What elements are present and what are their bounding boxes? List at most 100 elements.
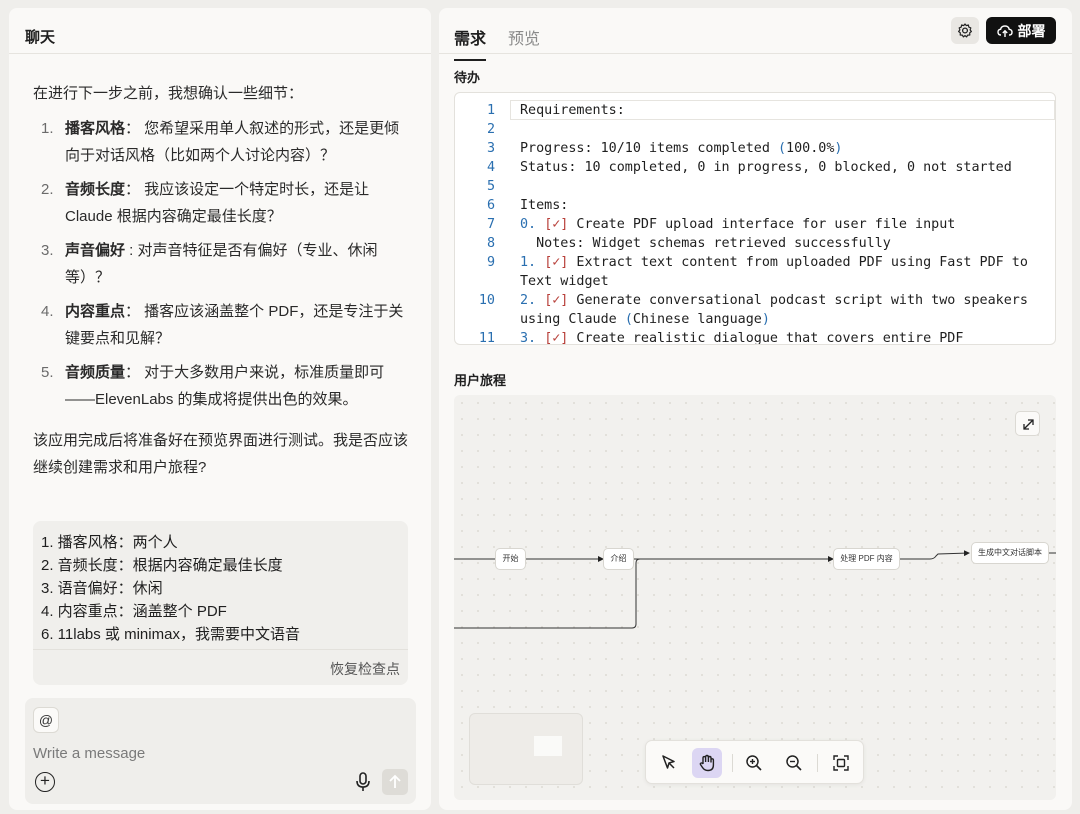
code-line: 9 1. [✓] Extract text content from upload… <box>455 253 1055 291</box>
cloud-upload-icon <box>996 24 1013 37</box>
fit-view-button[interactable] <box>826 748 856 778</box>
code-token: [✓] <box>544 293 569 308</box>
user-message-line: 3. 语音偏好：休闲 <box>41 580 163 597</box>
question-key: 声音偏好 <box>65 242 126 259</box>
line-number: 8 <box>486 236 495 251</box>
flow-node-start[interactable]: 开始 <box>495 548 526 570</box>
line-number: 3 <box>486 141 495 156</box>
line-number: 5 <box>486 179 495 194</box>
code-lines: 1 Requirements: 2 3 Progress: 10/10 items co… <box>455 93 1055 345</box>
code-line: 3 Progress: 10/10 items completed (100.0%… <box>455 139 1055 158</box>
code-token: Items: <box>520 198 569 213</box>
minimap-viewport <box>534 736 562 756</box>
code-token: 2. <box>520 293 537 308</box>
add-attachment-button[interactable]: + <box>35 772 55 792</box>
code-token: Chinese language <box>632 312 762 327</box>
flow-edge <box>900 550 970 560</box>
zoom-in-icon <box>746 755 762 771</box>
tab-bar: 需求 预览 部署 <box>439 8 1072 61</box>
code-line: 6 Items: <box>455 196 1055 215</box>
question-item: 4. 内容重点： 播客应该涵盖整个 PDF，还是专注于关键要点和见解？ <box>33 298 413 352</box>
code-token: ) <box>761 312 770 327</box>
deploy-label: 部署 <box>1017 22 1046 39</box>
tab-requirements[interactable]: 需求 <box>454 25 487 61</box>
user-message-text: 1. 播客风格：两个人 2. 音频长度：根据内容确定最佳长度 3. 语音偏好：休闲 4… <box>33 521 408 646</box>
microphone-icon <box>356 772 370 791</box>
question-number: 5. <box>41 364 54 381</box>
zoom-in-button[interactable] <box>739 748 769 778</box>
code-line: 7 0. [✓] Create PDF upload interface for … <box>455 215 1055 234</box>
chat-header: 聊天 <box>9 8 431 54</box>
question-number: 1. <box>41 120 54 137</box>
code-token: Status: 10 completed, 0 in progress, 0 b… <box>520 160 1012 175</box>
zoom-out-button[interactable] <box>779 748 809 778</box>
pointer-tool-button[interactable] <box>654 748 684 778</box>
code-token: ( <box>777 141 787 156</box>
restore-checkpoint-button[interactable]: 恢复检查点 <box>330 661 400 677</box>
expand-canvas-button[interactable] <box>1015 411 1040 436</box>
mention-button[interactable]: @ <box>33 707 59 733</box>
microphone-button[interactable] <box>353 771 373 793</box>
todo-section-label: 待办 <box>454 70 481 85</box>
question-key: 音频质量 <box>65 364 126 381</box>
flow-node-process-pdf[interactable]: 处理 PDF 内容 <box>833 548 900 570</box>
requirements-code-viewer[interactable]: 1 Requirements: 2 3 Progress: 10/10 items co… <box>454 92 1056 345</box>
line-number: 1 <box>486 103 495 118</box>
requirements-panel: 需求 预览 部署 待办 1 Requirements: 2 3 Progress: 10… <box>439 8 1072 810</box>
flow-node-generate-script[interactable]: 生成中文对话脚本 <box>971 542 1049 564</box>
line-content: 0. [✓] Create PDF upload interface for u… <box>495 215 1055 234</box>
question-list: 1. 播客风格： 您希望采用单人叙述的形式，还是更倾向于对话风格（比如两个人讨论内… <box>33 115 413 413</box>
assistant-intro: 在进行下一步之前，我想确认一些细节： <box>33 85 304 102</box>
question-number: 3. <box>41 242 54 259</box>
toolbar-divider <box>732 754 733 772</box>
arrow-up-icon <box>389 774 401 788</box>
tab-preview[interactable]: 预览 <box>508 25 540 49</box>
question-key: 音频长度 <box>65 181 126 198</box>
send-button[interactable] <box>382 769 408 795</box>
line-content: Status: 10 completed, 0 in progress, 0 b… <box>495 158 1055 177</box>
cursor-icon <box>662 755 675 769</box>
question-text: 音频质量： 对于大多数用户来说，标准质量即可——ElevenLabs 的集成将提… <box>63 359 413 413</box>
code-token: Generate conversational podcast script w… <box>520 293 1036 327</box>
line-content: 1. [✓] Extract text content from uploade… <box>495 253 1055 291</box>
code-token: Create realistic dialogue that covers en… <box>568 331 964 345</box>
minimap[interactable] <box>469 713 583 785</box>
question-item: 2. 音频长度： 我应该设定一个特定时长，还是让 Claude 根据内容确定最佳长… <box>33 176 413 230</box>
code-line: 5 <box>455 177 1055 196</box>
assistant-message: 在进行下一步之前，我想确认一些细节： 1. 播客风格： 您希望采用单人叙述的形式，… <box>33 80 413 481</box>
line-number: 4 <box>486 160 495 175</box>
line-content: Progress: 10/10 items completed (100.0%) <box>495 139 1055 158</box>
code-token: 3. <box>520 331 537 345</box>
message-input[interactable] <box>31 742 391 764</box>
code-token: 100.0% <box>786 141 835 156</box>
deploy-button[interactable]: 部署 <box>986 17 1056 44</box>
line-number: 11 <box>478 331 495 345</box>
line-content: Items: <box>495 196 1055 215</box>
flow-canvas[interactable]: 开始 介绍 处理 PDF 内容 生成中文对话脚本 <box>454 395 1056 800</box>
user-message-line: 6. 11labs 或 minimax，我需要中文语音 <box>41 626 300 643</box>
question-item: 1. 播客风格： 您希望采用单人叙述的形式，还是更倾向于对话风格（比如两个人讨论内… <box>33 115 413 169</box>
question-text: 声音偏好 : 对声音特征是否有偏好（专业、休闲等）？ <box>63 237 413 291</box>
question-number: 4. <box>41 303 54 320</box>
hand-tool-button[interactable] <box>692 748 722 778</box>
line-number: 10 <box>478 293 495 308</box>
code-token: Extract text content from uploaded PDF u… <box>520 255 1036 289</box>
settings-button[interactable] <box>951 17 979 44</box>
current-line-highlight <box>510 100 1055 120</box>
user-message-line: 2. 音频长度：根据内容确定最佳长度 <box>41 557 283 574</box>
line-number: 7 <box>486 217 495 232</box>
question-item: 3. 声音偏好 : 对声音特征是否有偏好（专业、休闲等）？ <box>33 237 413 291</box>
flow-node-intro[interactable]: 介绍 <box>603 548 634 570</box>
line-number: 9 <box>486 255 495 270</box>
user-message: 1. 播客风格：两个人 2. 音频长度：根据内容确定最佳长度 3. 语音偏好：休闲 4… <box>33 521 408 685</box>
fit-view-icon <box>833 755 849 771</box>
user-message-line: 1. 播客风格：两个人 <box>41 534 178 551</box>
question-text: 内容重点： 播客应该涵盖整个 PDF，还是专注于关键要点和见解？ <box>63 298 413 352</box>
code-line: 2 <box>455 120 1055 139</box>
hand-icon <box>699 754 715 772</box>
user-message-line: 4. 内容重点：涵盖整个 PDF <box>41 603 227 620</box>
code-line: 10 2. [✓] Generate conversational podcast… <box>455 291 1055 329</box>
question-text: 音频长度： 我应该设定一个特定时长，还是让 Claude 根据内容确定最佳长度？ <box>63 176 413 230</box>
